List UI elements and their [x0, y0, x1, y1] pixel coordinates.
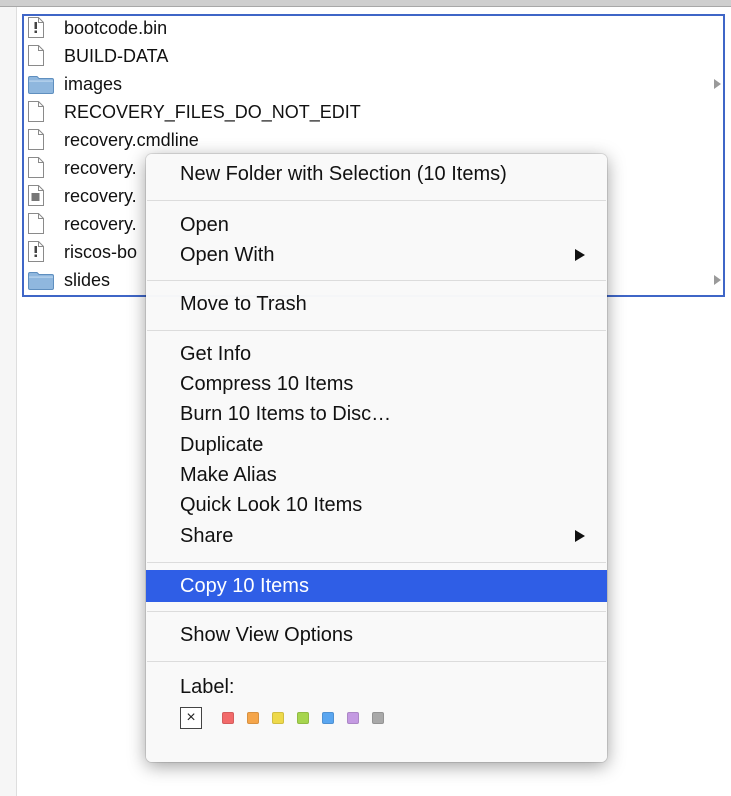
menu-item-compress[interactable]: Compress 10 Items — [146, 369, 607, 399]
menu-item-move-to-trash[interactable]: Move to Trash — [146, 289, 607, 319]
folder-icon — [28, 76, 54, 99]
file-row[interactable]: recovery.cmdline — [22, 126, 728, 154]
disclosure-arrow-icon[interactable] — [714, 79, 721, 89]
submenu-arrow-icon — [575, 249, 585, 261]
menu-item-label: Get Info — [180, 343, 252, 365]
label-gray-swatch[interactable] — [372, 712, 384, 724]
sidebar-gutter — [0, 7, 17, 796]
label-heading: Label: — [180, 676, 235, 698]
file-name: riscos-bo — [64, 242, 138, 262]
menu-item-label: Share — [180, 525, 234, 547]
file-name: recovery.cmdline — [64, 130, 199, 150]
menu-item-get-info[interactable]: Get Info — [146, 339, 607, 369]
label-orange-swatch[interactable] — [247, 712, 259, 724]
file-name: slides — [64, 270, 111, 290]
no-label-button[interactable]: × — [180, 707, 202, 729]
text-file-icon — [28, 185, 44, 211]
label-red-swatch[interactable] — [222, 712, 234, 724]
menu-item-show-view-options[interactable]: Show View Options — [146, 620, 607, 650]
menu-separator — [147, 280, 606, 281]
menu-item-label: Compress 10 Items — [180, 373, 354, 395]
document-icon — [28, 157, 44, 183]
file-name: RECOVERY_FILES_DO_NOT_EDIT — [64, 102, 361, 122]
file-row[interactable]: RECOVERY_FILES_DO_NOT_EDIT — [22, 98, 728, 126]
menu-item-copy[interactable]: Copy 10 Items — [146, 570, 607, 602]
menu-item-label: Make Alias — [180, 464, 277, 486]
menu-item-open-with[interactable]: Open With — [146, 240, 607, 270]
menu-item-quick-look[interactable]: Quick Look 10 Items — [146, 490, 607, 520]
menu-item-label: Duplicate — [180, 434, 264, 456]
menu-separator — [147, 611, 606, 612]
menu-item-label: New Folder with Selection (10 Items) — [180, 163, 507, 185]
menu-item-burn-to-disc[interactable]: Burn 10 Items to Disc… — [146, 399, 607, 429]
file-name: recovery. — [64, 158, 137, 178]
file-row[interactable]: bootcode.bin — [22, 14, 728, 42]
menu-item-label: Copy 10 Items — [180, 575, 309, 597]
menu-item-label: Move to Trash — [180, 293, 307, 315]
label-purple-swatch[interactable] — [347, 712, 359, 724]
window-top-edge — [0, 0, 731, 7]
document-icon — [28, 129, 44, 155]
menu-separator — [147, 562, 606, 563]
menu-item-open[interactable]: Open — [146, 210, 607, 240]
menu-item-label: Show View Options — [180, 624, 354, 646]
file-name: BUILD-DATA — [64, 46, 169, 66]
document-icon — [28, 101, 44, 127]
label-green-swatch[interactable] — [297, 712, 309, 724]
menu-separator — [147, 330, 606, 331]
file-name: bootcode.bin — [64, 18, 168, 38]
label-yellow-swatch[interactable] — [272, 712, 284, 724]
menu-item-new-folder-with-selection[interactable]: New Folder with Selection (10 Items) — [146, 159, 607, 189]
menu-separator — [147, 661, 606, 662]
menu-item-label: Quick Look 10 Items — [180, 494, 363, 516]
file-name: recovery. — [64, 214, 137, 234]
menu-item-label: Open With — [180, 244, 275, 266]
file-name: images — [64, 74, 123, 94]
menu-item-share[interactable]: Share — [146, 521, 607, 551]
menu-item-label: Open — [180, 214, 229, 236]
menu-item-duplicate[interactable]: Duplicate — [146, 430, 607, 460]
file-row[interactable]: images — [22, 70, 728, 98]
folder-icon — [28, 272, 54, 295]
label-blue-swatch[interactable] — [322, 712, 334, 724]
submenu-arrow-icon — [575, 530, 585, 542]
menu-separator — [147, 200, 606, 201]
disclosure-arrow-icon[interactable] — [714, 275, 721, 285]
exec-file-icon — [28, 17, 44, 43]
menu-item-label: Burn 10 Items to Disc… — [180, 403, 392, 425]
file-name: recovery. — [64, 186, 137, 206]
document-icon — [28, 213, 44, 239]
file-row[interactable]: BUILD-DATA — [22, 42, 728, 70]
label-swatches: × — [180, 707, 420, 733]
exec-file-icon — [28, 241, 44, 267]
menu-item-make-alias[interactable]: Make Alias — [146, 460, 607, 490]
document-icon — [28, 45, 44, 71]
context-menu: New Folder with Selection (10 Items) Ope… — [146, 154, 607, 762]
